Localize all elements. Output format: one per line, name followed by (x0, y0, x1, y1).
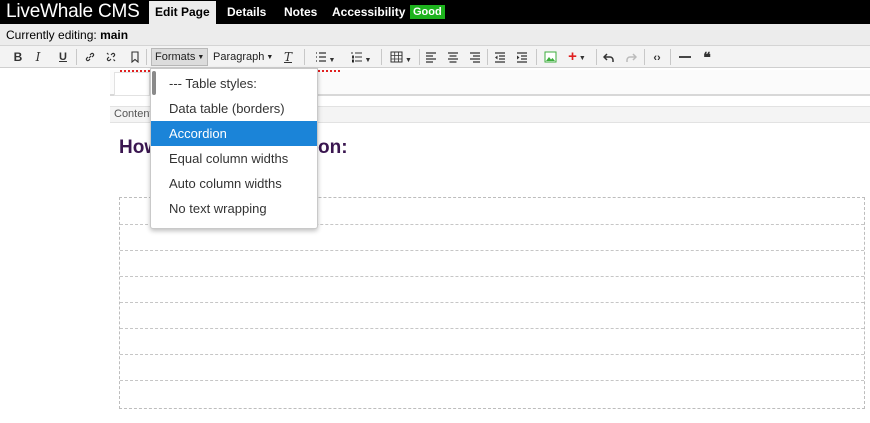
menu-item-auto-column-widths[interactable]: Auto column widths (151, 171, 317, 196)
bullet-list-button[interactable]: ▼ (310, 48, 340, 66)
placeholder-marker (318, 70, 340, 72)
link-icon (85, 52, 95, 62)
blockquote-button[interactable]: ❝ (699, 48, 715, 66)
toolbar-divider (381, 49, 382, 65)
horizontal-rule-icon (679, 56, 691, 58)
undo-icon (602, 53, 614, 62)
top-bar: LiveWhale CMS Edit Page Details Notes Ac… (0, 0, 870, 24)
menu-item-data-table-borders[interactable]: Data table (borders) (151, 96, 317, 121)
redo-button[interactable] (623, 48, 639, 66)
menu-item-equal-column-widths[interactable]: Equal column widths (151, 146, 317, 171)
toolbar-divider (644, 49, 645, 65)
align-right-icon (470, 52, 480, 63)
caret-down-icon: ▼ (405, 57, 412, 64)
accessibility-status-badge: Good (410, 5, 445, 19)
bullet-list-icon (315, 52, 326, 62)
source-code-button[interactable]: ‹› (649, 48, 665, 66)
table-button[interactable]: ▼ (386, 48, 416, 66)
indent-icon (517, 52, 527, 63)
table-icon (390, 51, 403, 63)
menu-item-table-styles-header: --- Table styles: (169, 76, 257, 91)
code-icon: ‹› (653, 52, 661, 64)
menu-item-no-text-wrapping[interactable]: No text wrapping (151, 196, 317, 221)
toolbar-divider (419, 49, 420, 65)
caret-down-icon: ▼ (578, 55, 586, 62)
toolbar-divider (536, 49, 537, 65)
tab-accessibility[interactable]: Accessibility (326, 0, 411, 24)
horizontal-rule-button[interactable] (677, 48, 693, 66)
tab-edit-page[interactable]: Edit Page (149, 1, 216, 24)
editing-prefix: Currently editing: (6, 28, 97, 42)
table-row-divider (120, 302, 864, 303)
toolbar-divider (670, 49, 671, 65)
toolbar-divider (487, 49, 488, 65)
numbered-list-button[interactable]: ▼ (346, 48, 376, 66)
table-row-divider (120, 328, 864, 329)
bold-button[interactable]: B (10, 48, 26, 66)
image-icon (544, 51, 556, 63)
menu-item-accordion[interactable]: Accordion (151, 121, 317, 146)
link-button[interactable] (82, 48, 98, 66)
paragraph-label: Paragraph (213, 51, 265, 63)
numbered-list-icon (351, 52, 362, 63)
paragraph-dropdown[interactable]: Paragraph ▼ (210, 48, 276, 66)
align-left-button[interactable] (423, 48, 439, 66)
italic-button[interactable]: I (30, 48, 46, 66)
clear-format-icon: T (283, 50, 292, 64)
align-right-button[interactable] (467, 48, 483, 66)
outdent-icon (495, 52, 505, 63)
editor-block-thumb (114, 72, 150, 96)
indent-button[interactable] (514, 48, 530, 66)
table-row-divider (120, 276, 864, 277)
toolbar-divider (596, 49, 597, 65)
table-row-divider (120, 380, 864, 381)
caret-down-icon: ▼ (328, 57, 336, 64)
align-center-button[interactable] (445, 48, 461, 66)
formats-label: Formats (155, 51, 196, 63)
placeholder-marker (120, 70, 150, 72)
bookmark-icon (131, 51, 139, 64)
table-row-divider (120, 354, 864, 355)
toolbar-divider (146, 49, 147, 65)
editing-status: Currently editing: main (6, 28, 128, 42)
editing-status-bar: Currently editing: main (0, 24, 870, 46)
toolbar-divider (76, 49, 77, 65)
heading-text-end: on: (318, 137, 348, 158)
align-center-icon (448, 52, 458, 63)
caret-down-icon: ▼ (364, 57, 372, 64)
align-left-icon (426, 52, 436, 63)
anchor-button[interactable] (127, 48, 143, 66)
clear-formatting-button[interactable]: T (280, 48, 296, 66)
insert-dropdown[interactable]: + ▼ (562, 48, 592, 66)
content-region-label: Content (114, 108, 153, 120)
table-row-divider (120, 250, 864, 251)
editing-region: main (100, 28, 129, 42)
editor-toolbar: B I U Formats ▼ Paragraph ▼ T ▼ ▼ ▼ + ▼ … (0, 46, 870, 68)
tab-details[interactable]: Details (221, 0, 272, 24)
outdent-button[interactable] (492, 48, 508, 66)
underline-button[interactable]: U (55, 48, 71, 66)
toolbar-divider (304, 49, 305, 65)
app-brand: LiveWhale CMS (6, 1, 140, 22)
caret-down-icon: ▼ (197, 54, 205, 61)
insert-image-button[interactable] (542, 48, 558, 66)
unlink-button[interactable] (103, 48, 119, 66)
unlink-icon (106, 52, 116, 62)
undo-button[interactable] (601, 48, 617, 66)
tab-notes[interactable]: Notes (278, 0, 323, 24)
formats-dropdown[interactable]: Formats ▼ (151, 48, 209, 66)
formats-menu: --- Table styles: Data table (borders) A… (150, 68, 318, 229)
redo-icon (626, 53, 638, 62)
blockquote-icon: ❝ (703, 49, 711, 65)
caret-down-icon: ▼ (266, 54, 274, 61)
plus-icon: + (568, 48, 577, 65)
